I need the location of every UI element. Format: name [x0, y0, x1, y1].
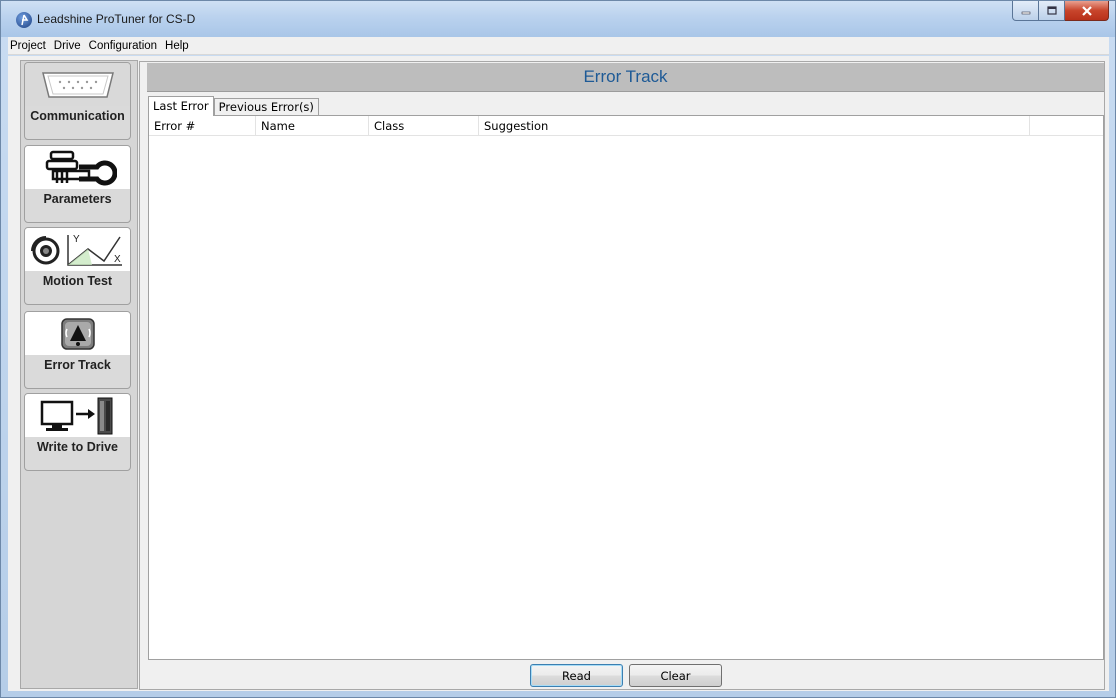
svg-text:X: X [114, 254, 121, 265]
sidebar-item-motion-test[interactable]: Y X Motion Test [24, 227, 131, 305]
menu-project[interactable]: Project [8, 37, 50, 55]
sidebar: Communication Parameters Y X Motion Test… [20, 60, 138, 689]
column-header-class[interactable]: Class [369, 116, 479, 136]
sidebar-item-parameters[interactable]: Parameters [24, 145, 131, 223]
menu-bar: Project Drive Configuration Help [8, 37, 1109, 55]
error-tabs: Last Error Previous Error(s) [148, 96, 319, 116]
minimize-button[interactable] [1012, 1, 1039, 21]
column-header-filler [1030, 116, 1103, 136]
tab-last-error[interactable]: Last Error [148, 96, 214, 116]
sidebar-item-error-track[interactable]: Error Track [24, 311, 131, 389]
tab-previous-errors[interactable]: Previous Error(s) [213, 98, 319, 115]
sidebar-item-write-to-drive[interactable]: Write to Drive [24, 393, 131, 471]
close-button[interactable] [1065, 1, 1109, 21]
app-window: Leadshine ProTuner for CS-D Project Driv… [0, 0, 1116, 698]
column-header-error-number[interactable]: Error # [149, 116, 256, 136]
title-bar: Leadshine ProTuner for CS-D [1, 1, 1115, 37]
sidebar-item-communication[interactable]: Communication [24, 62, 131, 140]
window-controls [1012, 1, 1109, 21]
app-logo-icon [16, 12, 32, 28]
client-area: Communication Parameters Y X Motion Test… [8, 56, 1109, 691]
window-title: Leadshine ProTuner for CS-D [37, 12, 196, 26]
maximize-button[interactable] [1039, 1, 1065, 21]
svg-text:Y: Y [73, 234, 80, 245]
maximize-icon [1046, 6, 1057, 15]
menu-configuration[interactable]: Configuration [85, 37, 161, 55]
table-header: Error # Name Class Suggestion [149, 116, 1103, 136]
pc-to-drive-icon [25, 394, 130, 437]
error-table: Error # Name Class Suggestion [148, 115, 1104, 660]
button-bar: Read Clear [148, 661, 1104, 689]
serial-port-icon [25, 63, 130, 106]
column-header-name[interactable]: Name [256, 116, 369, 136]
read-button[interactable]: Read [530, 664, 623, 687]
column-header-suggestion[interactable]: Suggestion [479, 116, 1030, 136]
sidebar-item-label: Motion Test [42, 274, 113, 288]
alarm-bell-icon [25, 312, 130, 355]
menu-help[interactable]: Help [161, 37, 193, 55]
close-icon [1081, 5, 1092, 16]
clear-button[interactable]: Clear [629, 664, 722, 687]
sidebar-item-label: Communication [30, 109, 125, 123]
parameters-wrench-icon [25, 146, 130, 189]
motion-test-graph-icon: Y X [25, 228, 130, 271]
sidebar-item-label: Parameters [43, 192, 112, 206]
page-title: Error Track [147, 63, 1104, 92]
minimize-icon [1021, 11, 1030, 14]
menu-drive[interactable]: Drive [50, 37, 85, 55]
sidebar-item-label: Error Track [44, 358, 111, 372]
main-panel: Error Track Last Error Previous Error(s)… [139, 61, 1105, 690]
sidebar-item-label: Write to Drive [36, 440, 119, 454]
